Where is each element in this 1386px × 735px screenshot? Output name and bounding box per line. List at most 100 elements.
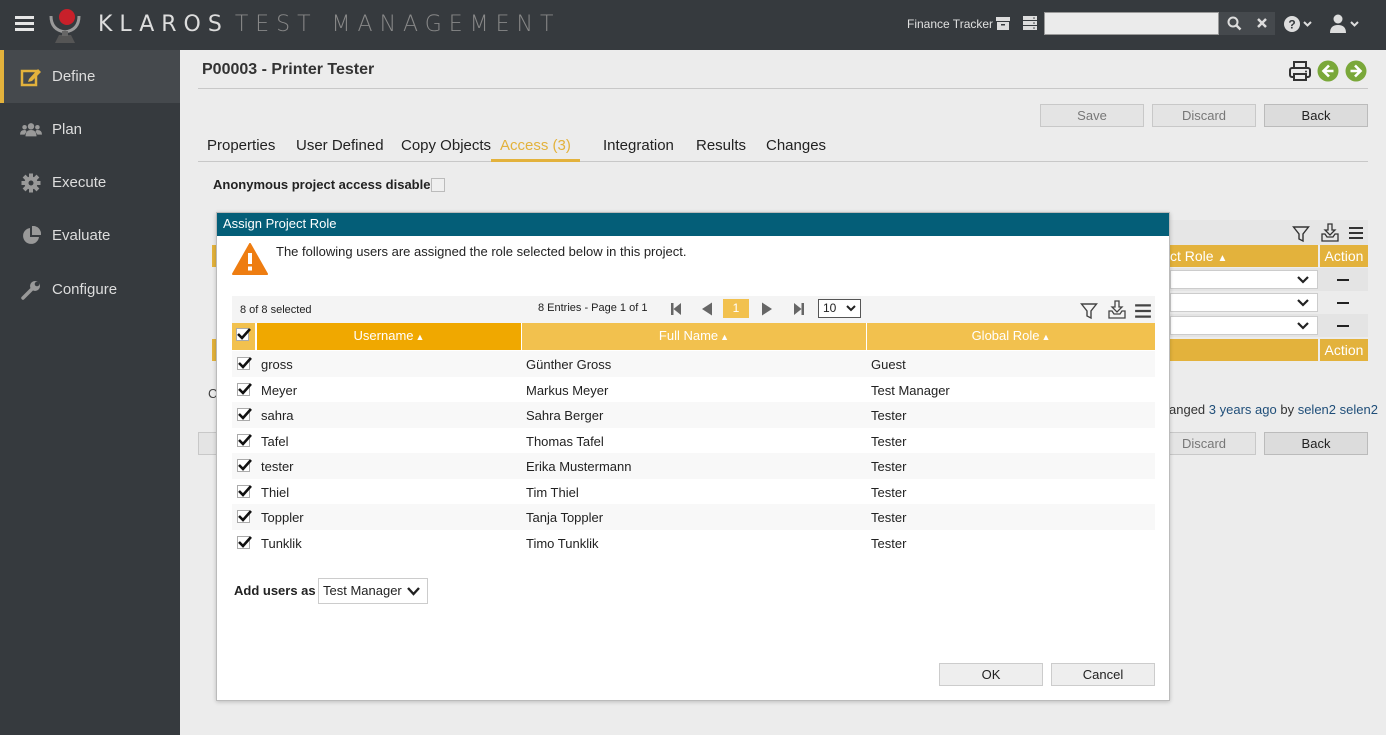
assign-project-role-dialog: Assign Project Role The following users …	[216, 212, 1170, 701]
archive-icon[interactable]	[995, 15, 1011, 31]
server-icon[interactable]	[1022, 15, 1038, 31]
role-select[interactable]	[1170, 316, 1318, 335]
row-checkbox[interactable]	[237, 433, 252, 447]
role-select[interactable]	[1170, 270, 1318, 289]
previous-arrow-icon[interactable]	[1317, 60, 1339, 82]
action-column-header: Action	[1320, 245, 1368, 267]
next-page-icon[interactable]	[759, 301, 775, 317]
row-checkbox[interactable]	[237, 459, 252, 472]
anonymous-access-checkbox[interactable]	[431, 178, 445, 192]
row-checkbox[interactable]	[237, 510, 252, 523]
remove-icon[interactable]	[1337, 302, 1349, 304]
select-all-checkbox[interactable]	[236, 328, 251, 341]
full-name-cell: Tanja Toppler	[526, 510, 604, 525]
project-role-column-header[interactable]: ct Role ▲︎	[1170, 245, 1318, 267]
sort-icon: ▲︎	[415, 332, 425, 342]
checkmark-icon	[238, 484, 252, 497]
full-name-cell: Thomas Tafel	[526, 433, 604, 449]
dialog-title: Assign Project Role	[217, 213, 1169, 236]
help-menu-icon[interactable]: ?	[1283, 13, 1313, 35]
hamburger-menu-icon[interactable]	[15, 16, 34, 32]
search-icon[interactable]	[1227, 16, 1242, 31]
column-menu-icon[interactable]	[1134, 302, 1152, 320]
ok-button[interactable]: OK	[939, 663, 1043, 686]
filter-icon[interactable]	[1292, 225, 1310, 243]
global-role-column-header[interactable]: Global Role ▲︎	[867, 323, 1155, 350]
tab-copy-objects[interactable]: Copy Objects	[401, 137, 491, 162]
sidebar-item-define[interactable]: Define	[0, 50, 180, 103]
save-button[interactable]: Save	[1040, 104, 1144, 127]
global-role-header-label: Global Role	[971, 328, 1040, 343]
export-icon[interactable]	[1107, 300, 1127, 320]
export-icon[interactable]	[1320, 223, 1340, 243]
remove-icon[interactable]	[1337, 325, 1349, 327]
sidebar-item-configure[interactable]: Configure	[0, 263, 180, 316]
checkmark-icon	[238, 382, 252, 395]
changed-time-link[interactable]: 3 years ago	[1209, 402, 1277, 417]
username-column-header[interactable]: Username ▲︎	[257, 323, 521, 350]
full-name-column-header[interactable]: Full Name ▲︎	[522, 323, 866, 350]
add-users-role-select[interactable]: Test Manager	[318, 578, 428, 604]
checkmark-icon	[238, 408, 252, 420]
tab-properties[interactable]: Properties	[207, 137, 275, 162]
next-arrow-icon[interactable]	[1345, 60, 1367, 82]
global-role-cell: Tester	[871, 535, 907, 551]
table-row[interactable]: Toppler Tanja Toppler Tester	[232, 504, 1155, 530]
role-select[interactable]	[1170, 293, 1318, 312]
tab-changes[interactable]: Changes	[766, 137, 826, 162]
column-menu-icon[interactable]	[1348, 225, 1364, 241]
sidebar-item-label: Plan	[52, 121, 83, 138]
sidebar-item-plan[interactable]: Plan	[0, 103, 180, 156]
dialog-message: The following users are assigned the rol…	[276, 244, 687, 259]
tab-results[interactable]: Results	[696, 137, 746, 162]
filter-icon[interactable]	[1080, 302, 1098, 320]
sidebar-item-evaluate[interactable]: Evaluate	[0, 209, 180, 262]
row-checkbox[interactable]	[237, 408, 252, 421]
remove-icon[interactable]	[1337, 279, 1349, 281]
selected-count: 8 of 8 selected	[240, 304, 312, 316]
last-page-icon[interactable]	[791, 301, 807, 317]
checkmark-icon	[238, 510, 252, 522]
previous-page-icon[interactable]	[699, 301, 715, 317]
brand-sub: TEST MANAGEMENT	[234, 12, 561, 37]
search-input[interactable]	[1044, 12, 1219, 35]
changed-by-label: by	[1280, 402, 1295, 417]
current-page[interactable]: 1	[723, 299, 749, 318]
action-footer: Action	[1320, 339, 1368, 361]
bottom-save-button-edge[interactable]	[198, 432, 218, 455]
users-icon	[20, 119, 42, 141]
page-size-select[interactable]: 10	[818, 299, 861, 318]
checkmark-icon	[237, 328, 251, 340]
sidebar-item-execute[interactable]: Execute	[0, 156, 180, 209]
table-row[interactable]: Tunklik Timo Tunklik Tester	[232, 530, 1155, 556]
discard-button[interactable]: Discard	[1152, 104, 1256, 127]
table-row[interactable]: tester Erika Mustermann Tester	[232, 453, 1155, 479]
current-project-name[interactable]: Finance Tracker	[907, 17, 993, 31]
tab-user-defined[interactable]: User Defined	[296, 137, 384, 162]
table-row[interactable]: Thiel Tim Thiel Tester	[232, 479, 1155, 505]
tab-integration[interactable]: Integration	[603, 137, 674, 162]
tab-access[interactable]: Access (3)	[491, 137, 580, 162]
row-checkbox[interactable]	[237, 535, 252, 549]
cancel-button[interactable]: Cancel	[1051, 663, 1155, 686]
user-menu-icon[interactable]	[1329, 13, 1361, 35]
bottom-back-button[interactable]: Back	[1264, 432, 1368, 455]
first-page-icon[interactable]	[668, 301, 684, 317]
table-row[interactable]: Tafel Thomas Tafel Tester	[232, 428, 1155, 454]
changed-user-link[interactable]: selen2 selen2	[1298, 402, 1378, 417]
chevron-down-icon	[1297, 299, 1309, 307]
global-role-cell: Tester	[871, 484, 907, 500]
anonymous-access-label: Anonymous project access disabled	[213, 177, 439, 192]
table-row[interactable]: gross Günther Gross Guest	[232, 351, 1155, 377]
clear-search-icon[interactable]	[1256, 17, 1268, 29]
chevron-down-icon	[846, 305, 856, 312]
sidebar-item-label: Define	[52, 68, 96, 85]
row-checkbox[interactable]	[237, 382, 252, 396]
row-checkbox[interactable]	[237, 357, 252, 370]
table-row[interactable]: sahra Sahra Berger Tester	[232, 402, 1155, 428]
table-row[interactable]: Meyer Markus Meyer Test Manager	[232, 377, 1155, 403]
back-button[interactable]: Back	[1264, 104, 1368, 127]
row-checkbox[interactable]	[237, 484, 252, 498]
print-icon[interactable]	[1289, 60, 1311, 82]
global-role-cell: Tester	[871, 433, 907, 449]
